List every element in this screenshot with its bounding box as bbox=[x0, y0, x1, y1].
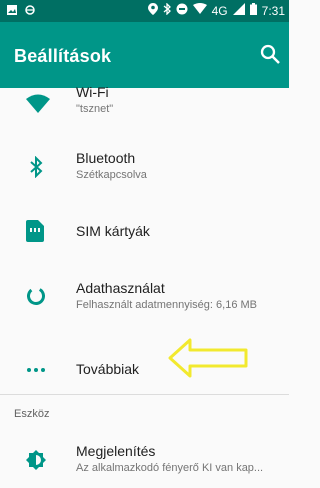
settings-item-bluetooth[interactable]: Bluetooth Szétkapcsolva bbox=[0, 140, 289, 196]
status-bar: 4G 7:31 bbox=[0, 0, 289, 22]
settings-item-title: SIM kártyák bbox=[76, 223, 150, 239]
page-title: Beállítások bbox=[14, 46, 112, 66]
annotation-arrow-icon bbox=[168, 336, 248, 380]
data-usage-icon bbox=[26, 286, 46, 306]
browser-notification-icon bbox=[24, 4, 36, 19]
settings-item-subtitle: Az alkalmazkodó fényerő KI van kap... bbox=[76, 462, 264, 474]
settings-item-subtitle: Felhasznált adatmennyiség: 6,16 MB bbox=[76, 299, 257, 311]
settings-item-sim[interactable]: SIM kártyák bbox=[0, 208, 289, 254]
battery-icon bbox=[249, 3, 257, 18]
image-notification-icon bbox=[6, 4, 18, 19]
more-icon bbox=[26, 360, 46, 380]
sim-card-icon bbox=[26, 220, 46, 242]
clock: 7:31 bbox=[261, 3, 285, 18]
location-icon bbox=[147, 3, 158, 18]
wifi-icon bbox=[26, 94, 50, 114]
do-not-disturb-icon bbox=[176, 3, 188, 18]
settings-item-display[interactable]: Megjelenítés Az alkalmazkodó fényerő KI … bbox=[0, 436, 289, 488]
network-type-label: 4G bbox=[211, 3, 228, 18]
settings-item-subtitle: Szétkapcsolva bbox=[76, 169, 147, 181]
section-header-device: Eszköz bbox=[14, 408, 50, 420]
signal-strength-icon bbox=[232, 3, 245, 18]
settings-item-title: Megjelenítés bbox=[76, 443, 156, 459]
settings-item-data-usage[interactable]: Adathasználat Felhasznált adatmennyiség:… bbox=[0, 270, 289, 326]
settings-item-wifi[interactable]: Wi-Fi "tsznet" bbox=[0, 84, 289, 130]
settings-item-title: Adathasználat bbox=[76, 280, 165, 296]
search-icon[interactable] bbox=[259, 43, 281, 65]
wifi-status-icon bbox=[192, 3, 207, 18]
settings-item-title: Bluetooth bbox=[76, 150, 136, 166]
section-divider bbox=[0, 394, 289, 395]
bluetooth-icon bbox=[26, 155, 46, 179]
brightness-icon bbox=[26, 450, 46, 470]
app-bar: Beállítások bbox=[0, 22, 289, 88]
settings-item-title: Wi-Fi bbox=[76, 84, 109, 100]
settings-item-subtitle: "tsznet" bbox=[76, 103, 114, 115]
bluetooth-status-icon bbox=[163, 2, 171, 18]
settings-item-title: Továbbiak bbox=[76, 361, 140, 377]
